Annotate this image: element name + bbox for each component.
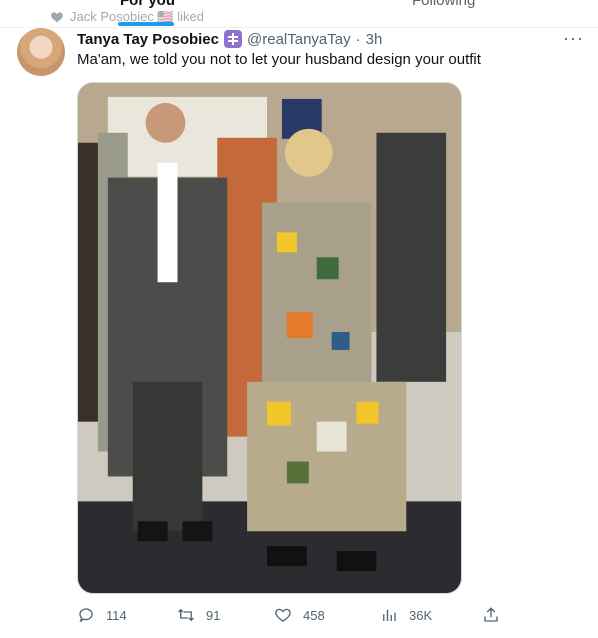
share-button[interactable] <box>482 606 500 624</box>
views-button[interactable]: 36K <box>380 606 432 624</box>
repost-count: 91 <box>206 607 221 623</box>
reply-count: 114 <box>106 607 127 623</box>
tweet-photo[interactable] <box>77 82 462 594</box>
timestamp[interactable]: 3h <box>366 31 383 48</box>
share-icon <box>484 607 498 622</box>
view-count: 36K <box>409 607 433 623</box>
repost-icon <box>178 608 194 622</box>
affiliation-badge-icon[interactable] <box>224 30 242 48</box>
tweet-text: Ma'am, we told you not to let your husba… <box>77 51 481 68</box>
separator-dot: · <box>355 30 361 48</box>
reply-button[interactable]: 114 <box>77 606 127 624</box>
like-button[interactable]: 458 <box>274 606 325 624</box>
display-name[interactable]: Tanya Tay Posobiec <box>77 31 219 48</box>
tweet-header: Tanya Tay Posobiec @realTanyaTay · 3h <box>77 29 382 49</box>
tab-for-you[interactable]: For you <box>120 0 175 9</box>
tweet-actions: 114 91 458 36K <box>77 606 507 628</box>
user-handle[interactable]: @realTanyaTay <box>247 31 351 48</box>
avatar[interactable] <box>17 28 65 76</box>
views-icon <box>383 609 396 621</box>
social-context-text[interactable]: Jack Posobiec 🇺🇸 liked <box>70 9 204 25</box>
like-count: 458 <box>303 607 325 623</box>
social-context: Jack Posobiec 🇺🇸 liked <box>50 9 204 25</box>
repost-button[interactable]: 91 <box>177 606 220 624</box>
timeline-tabs: For you Following Jack Posobiec 🇺🇸 liked <box>0 0 598 28</box>
more-icon[interactable]: ··· <box>563 28 584 49</box>
photo-illustration <box>78 83 461 593</box>
reply-icon <box>79 608 93 623</box>
tab-following[interactable]: Following <box>412 0 475 9</box>
like-icon <box>275 608 291 622</box>
heart-icon <box>51 12 63 23</box>
